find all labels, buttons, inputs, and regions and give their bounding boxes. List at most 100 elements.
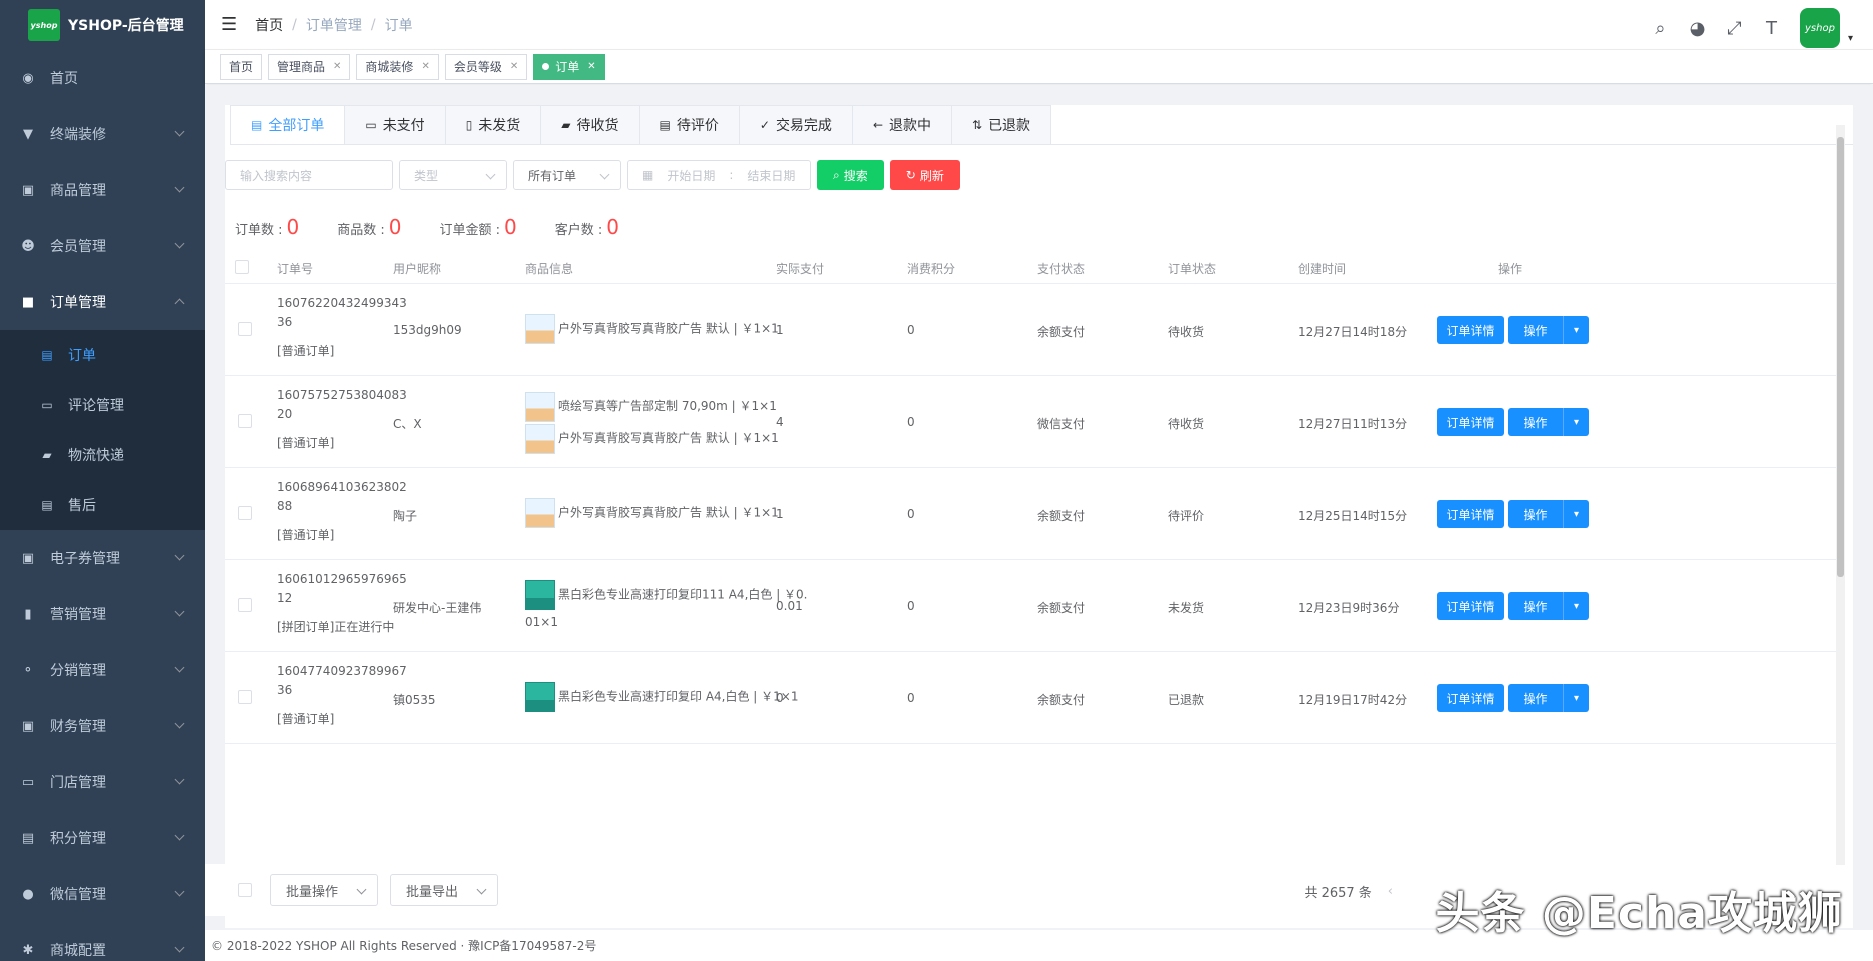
sidebar-item-home[interactable]: ◉ 首页 xyxy=(0,50,205,106)
product-thumbnail xyxy=(525,423,555,454)
tag-orders[interactable]: 订单 ✕ xyxy=(533,53,605,80)
sidebar-item-wechat[interactable]: ● 微信管理 xyxy=(0,866,205,922)
chevron-down-icon[interactable]: ▾ xyxy=(1563,592,1589,620)
tab-completed[interactable]: ✓ 交易完成 xyxy=(740,106,853,144)
breadcrumb-item[interactable]: 首页 xyxy=(255,15,283,35)
row-checkbox[interactable] xyxy=(238,598,252,612)
sidebar-subitem-aftersale[interactable]: ▤ 售后 xyxy=(0,480,205,530)
breadcrumb-item[interactable]: 订单管理 xyxy=(306,15,362,35)
order-detail-button[interactable]: 订单详情 xyxy=(1437,500,1504,528)
tab-refunding[interactable]: ← 退款中 xyxy=(853,106,952,144)
table-row: 16047740923789967 36 [普通订单] 镇0535 黑白彩色专业高速… xyxy=(225,652,1839,744)
sidebar-item-distribution[interactable]: ⚬ 分销管理 xyxy=(0,642,205,698)
tab-unshipped[interactable]: ▯ 未发货 xyxy=(446,106,542,144)
sidebar-subitem-logistics[interactable]: ▰ 物流快递 xyxy=(0,430,205,480)
tab-refunded[interactable]: ⇅ 已退款 xyxy=(952,106,1050,144)
caret-down-icon[interactable]: ▾ xyxy=(1848,33,1853,44)
tag-home[interactable]: 首页 xyxy=(220,53,263,80)
operate-button[interactable]: 操作 xyxy=(1508,316,1563,344)
table-row: 16075752753804083 20 [普通订单] C、X 喷绘写真等广告部定制… xyxy=(225,376,1839,468)
chevron-down-icon[interactable]: ▾ xyxy=(1563,684,1589,712)
close-icon[interactable]: ✕ xyxy=(421,61,429,72)
table-scrollbar[interactable] xyxy=(1836,125,1845,865)
operate-dropdown: 操作 ▾ xyxy=(1508,408,1589,436)
sidebar-item-config[interactable]: ✱ 商城配置 xyxy=(0,922,205,961)
close-icon[interactable]: ✕ xyxy=(333,61,341,72)
breadcrumb: 首页 / 订单管理 / 订单 xyxy=(255,15,412,35)
sidebar-item-points[interactable]: ▤ 积分管理 xyxy=(0,810,205,866)
chevron-down-icon[interactable]: ▾ xyxy=(1563,408,1589,436)
chevron-down-icon[interactable]: ▾ xyxy=(1563,316,1589,344)
hamburger-icon[interactable]: ☰ xyxy=(221,14,237,35)
goods-text: 01×1 xyxy=(525,615,558,629)
operate-button[interactable]: 操作 xyxy=(1508,500,1563,528)
tag-member-level[interactable]: 会员等级 ✕ xyxy=(444,53,528,80)
operate-button[interactable]: 操作 xyxy=(1508,592,1563,620)
order-type-select[interactable]: 所有订单 xyxy=(513,160,621,190)
sidebar-item-decoration[interactable]: ▼ 终端装修 xyxy=(0,106,205,162)
sidebar-item-orders[interactable]: ■ 订单管理 xyxy=(0,274,205,330)
chevron-down-icon[interactable]: ▾ xyxy=(1563,500,1589,528)
sidebar-item-marketing[interactable]: ▮ 营销管理 xyxy=(0,586,205,642)
row-actions: 订单详情 操作 ▾ xyxy=(1437,408,1589,436)
product-thumbnail xyxy=(525,498,555,528)
sidebar-item-goods[interactable]: ▣ 商品管理 xyxy=(0,162,205,218)
type-select[interactable]: 类型 xyxy=(399,160,507,190)
refresh-button[interactable]: ↻ 刷新 xyxy=(889,160,960,190)
operate-dropdown: 操作 ▾ xyxy=(1508,500,1589,528)
search-button-label: 搜索 xyxy=(843,168,868,183)
row-checkbox[interactable] xyxy=(238,414,252,428)
chevron-down-icon xyxy=(174,662,185,673)
sidebar-subitem-comments[interactable]: ▭ 评论管理 xyxy=(0,380,205,430)
search-button[interactable]: ⌕ 搜索 xyxy=(817,160,884,190)
date-range-picker[interactable]: ▦ 开始日期 : 结束日期 xyxy=(627,160,811,190)
tab-all-orders[interactable]: ▤ 全部订单 xyxy=(231,106,346,144)
batch-export-label: 批量导出 xyxy=(406,884,459,900)
operate-button[interactable]: 操作 xyxy=(1508,684,1563,712)
tag-decoration[interactable]: 商城装修 ✕ xyxy=(356,53,439,80)
row-checkbox[interactable] xyxy=(238,506,252,520)
tab-to-receive[interactable]: ▰ 待收货 xyxy=(541,106,640,144)
order-detail-button[interactable]: 订单详情 xyxy=(1437,684,1504,712)
actual-pay: 4 xyxy=(776,415,784,429)
points-used: 0 xyxy=(907,599,915,613)
bulk-select-checkbox[interactable] xyxy=(238,883,252,897)
avatar[interactable]: yshop xyxy=(1799,8,1840,48)
sidebar-item-finance[interactable]: ▣ 财务管理 xyxy=(0,698,205,754)
close-icon[interactable]: ✕ xyxy=(510,61,518,72)
sidebar-item-label: 终端装修 xyxy=(50,127,106,143)
search-input[interactable]: 输入搜索内容 xyxy=(225,160,393,190)
sidebar-item-stores[interactable]: ▭ 门店管理 xyxy=(0,754,205,810)
row-checkbox[interactable] xyxy=(238,322,252,336)
font-size-icon[interactable]: T xyxy=(1753,18,1790,39)
chevron-left-icon[interactable]: ‹ xyxy=(1388,884,1393,899)
select-all-checkbox[interactable] xyxy=(235,260,249,274)
batch-operation-select[interactable]: 批量操作 xyxy=(270,874,378,906)
goods-info: 喷绘写真等广告部定制 70,90m | ￥1×1 户外写真背胶写真背胶广告 默认 … xyxy=(525,390,779,454)
product-thumbnail xyxy=(525,314,555,344)
product-thumbnail xyxy=(525,391,555,422)
search-icon[interactable]: ⌕ xyxy=(1642,18,1679,39)
row-checkbox[interactable] xyxy=(238,690,252,704)
tab-unpaid[interactable]: ▭ 未支付 xyxy=(345,106,446,144)
row-actions: 订单详情 操作 ▾ xyxy=(1437,684,1589,712)
tab-to-review[interactable]: ▤ 待评价 xyxy=(640,106,740,144)
sidebar-item-members[interactable]: ☻ 会员管理 xyxy=(0,218,205,274)
fullscreen-icon[interactable]: ⤢ xyxy=(1716,18,1753,39)
created-time: 12月25日14时15分 xyxy=(1298,509,1408,523)
github-icon[interactable]: ◕ xyxy=(1679,18,1716,39)
order-detail-button[interactable]: 订单详情 xyxy=(1437,408,1504,436)
actual-pay: 1 xyxy=(776,323,784,337)
breadcrumb-separator: / xyxy=(292,16,297,33)
batch-export-select[interactable]: 批量导出 xyxy=(390,874,498,906)
order-detail-button[interactable]: 订单详情 xyxy=(1437,316,1504,344)
tag-goods[interactable]: 管理商品 ✕ xyxy=(268,53,351,80)
app-logo[interactable]: yshop YSHOP-后台管理 xyxy=(0,0,205,50)
scrollbar-thumb[interactable] xyxy=(1837,137,1844,577)
close-icon[interactable]: ✕ xyxy=(587,61,595,72)
operate-button[interactable]: 操作 xyxy=(1508,408,1563,436)
sidebar-subitem-orders[interactable]: ▤ 订单 xyxy=(0,330,205,380)
points-used: 0 xyxy=(907,691,915,705)
sidebar-item-coupons[interactable]: ▣ 电子券管理 xyxy=(0,530,205,586)
order-detail-button[interactable]: 订单详情 xyxy=(1437,592,1504,620)
